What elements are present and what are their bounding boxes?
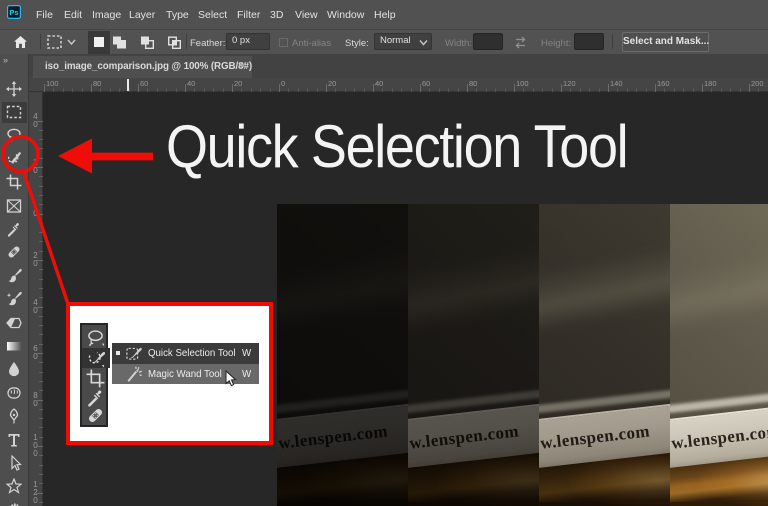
svg-text:Ps: Ps <box>9 8 18 17</box>
